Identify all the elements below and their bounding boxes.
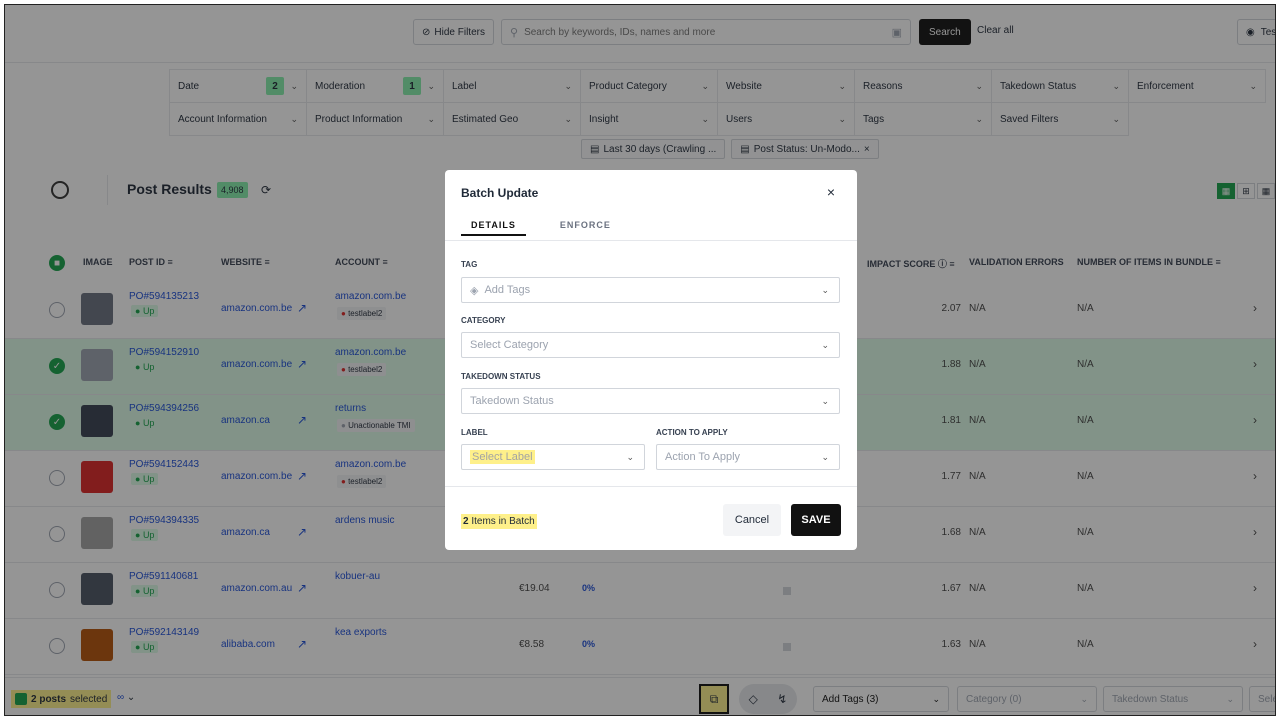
label-label: LABEL — [461, 428, 488, 437]
action-select[interactable]: Action To Apply ⌄ — [656, 444, 840, 470]
tag-label: TAG — [461, 260, 478, 269]
chevron-down-icon: ⌄ — [821, 284, 829, 295]
category-placeholder: Select Category — [470, 339, 549, 351]
tag-placeholder: Add Tags — [484, 284, 531, 296]
modal-title: Batch Update — [461, 186, 539, 200]
batch-count-text: Items in Batch — [471, 516, 535, 527]
label-placeholder: Select Label — [470, 450, 535, 464]
tag-icon: ◈ — [470, 284, 479, 297]
tab-enforce[interactable]: ENFORCE — [550, 220, 621, 236]
batch-count-number: 2 — [463, 516, 469, 527]
chevron-down-icon: ⌄ — [821, 451, 829, 462]
takedown-status-select[interactable]: Takedown Status ⌄ — [461, 388, 840, 414]
action-label: ACTION TO APPLY — [656, 428, 728, 437]
action-placeholder: Action To Apply — [665, 451, 741, 463]
tag-select[interactable]: ◈ Add Tags ⌄ — [461, 277, 840, 303]
divider — [445, 486, 857, 487]
divider — [445, 240, 857, 241]
chevron-down-icon: ⌄ — [626, 451, 634, 462]
category-select[interactable]: Select Category ⌄ — [461, 332, 840, 358]
category-label: CATEGORY — [461, 316, 506, 325]
takedown-status-label: TAKEDOWN STATUS — [461, 372, 541, 381]
chevron-down-icon: ⌄ — [821, 395, 829, 406]
chevron-down-icon: ⌄ — [821, 339, 829, 350]
app-frame: ⊘ Hide Filters ⚲ ▣ Search Clear all ◉ Te… — [4, 4, 1276, 716]
batch-count: 2 Items in Batch — [461, 514, 537, 529]
label-select[interactable]: Select Label ⌄ — [461, 444, 645, 470]
save-button[interactable]: SAVE — [791, 504, 841, 536]
close-icon[interactable]: × — [827, 184, 835, 200]
tab-details[interactable]: DETAILS — [461, 220, 526, 236]
batch-update-modal: Batch Update × DETAILS ENFORCE TAG ◈ Add… — [445, 170, 857, 550]
takedown-placeholder: Takedown Status — [470, 395, 554, 407]
cancel-button[interactable]: Cancel — [723, 504, 781, 536]
modal-tabs: DETAILS ENFORCE — [461, 220, 621, 236]
